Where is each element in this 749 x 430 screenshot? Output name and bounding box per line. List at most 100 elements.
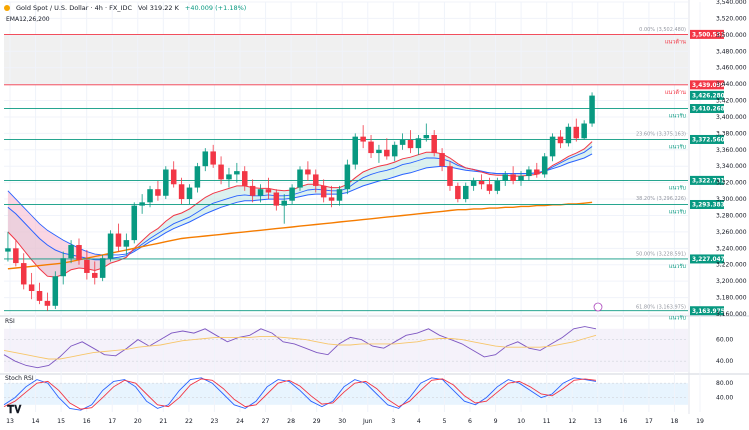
y-tick-label: 3,320.000 xyxy=(716,180,747,187)
x-tick-label: 23 xyxy=(211,418,219,425)
x-tick-label: 22 xyxy=(185,418,193,425)
candle-body xyxy=(289,187,295,201)
candle-body xyxy=(557,136,564,144)
candle-body xyxy=(5,248,11,252)
x-tick-label: 18 xyxy=(671,418,679,425)
candle-body xyxy=(178,184,185,200)
candle-body xyxy=(368,141,374,154)
candle-body xyxy=(581,123,587,139)
candle-body xyxy=(218,164,224,180)
candle-body xyxy=(534,169,540,175)
candle-body xyxy=(439,153,445,167)
candle-body xyxy=(447,166,453,186)
candle-body xyxy=(76,245,82,260)
price-change: +40.009 (+1.18%) xyxy=(184,4,247,12)
candle-body xyxy=(257,189,264,196)
x-tick-label: 15 xyxy=(57,418,65,425)
candle-body xyxy=(320,185,327,198)
candle-body xyxy=(265,189,272,193)
fib-label: 23.60% (3,375.163) xyxy=(636,131,686,137)
stoch-rsi-label: Stoch RSI xyxy=(5,375,34,382)
candle-body xyxy=(170,169,177,185)
level-price-text: 3,293.383 xyxy=(692,203,725,209)
x-tick-label: 16 xyxy=(83,418,91,425)
x-tick-label: 3 xyxy=(391,418,395,425)
x-tick-label: 10 xyxy=(517,418,525,425)
y-tick-label: 3,380.000 xyxy=(716,130,747,137)
level-label: แนวต้าน xyxy=(665,89,686,96)
y-tick-label: 3,420.000 xyxy=(716,98,747,105)
chart-header: Gold Spot / U.S. Dollar · 4h · FX_IDC Vol… xyxy=(4,4,252,12)
y-tick-label: 3,500.000 xyxy=(716,32,747,39)
x-tick-label: 21 xyxy=(159,418,167,425)
candle-body xyxy=(549,136,556,157)
x-tick-label: 16 xyxy=(619,418,627,425)
level-label: แนวรับ xyxy=(669,315,687,322)
candle-body xyxy=(84,259,90,273)
x-tick-label: 13 xyxy=(594,418,602,425)
x-tick-label: 30 xyxy=(338,418,346,425)
candle-body xyxy=(60,258,66,277)
candle-body xyxy=(328,197,335,201)
y-tick-label: 3,220.000 xyxy=(716,262,747,269)
candle-body xyxy=(155,189,161,196)
rsi-band xyxy=(4,328,688,372)
y-tick-label: 3,300.000 xyxy=(716,196,747,203)
candle-body xyxy=(510,174,516,181)
x-tick-label: 4 xyxy=(417,418,421,425)
candle-body xyxy=(273,192,280,206)
stoch-tick-label: 40.00 xyxy=(716,395,733,402)
candle-body xyxy=(344,164,351,190)
candle-body xyxy=(297,169,303,188)
rsi-tick-label: 60.00 xyxy=(716,337,733,344)
candle-body xyxy=(68,245,74,259)
candle-body xyxy=(589,95,595,124)
chart-root: 3,500.551 แนวต้าน 0.00% (3,502.480) 3,439.0… xyxy=(0,0,749,426)
y-tick-label: 3,460.000 xyxy=(716,65,747,72)
ema-legend: EMA12,26,200 xyxy=(6,16,50,23)
y-tick-label: 3,520.000 xyxy=(716,15,747,22)
x-tick-label: Jun xyxy=(362,418,373,425)
candle-body xyxy=(518,176,524,181)
candle-body xyxy=(163,169,169,196)
candle-body xyxy=(139,202,145,206)
x-tick-label: 17 xyxy=(108,418,116,425)
level-label: แนวรับ xyxy=(669,208,687,215)
y-tick-label: 3,540.000 xyxy=(716,0,747,6)
candle-body xyxy=(44,300,51,306)
candle-body xyxy=(313,174,319,186)
candle-body xyxy=(107,233,114,259)
candle-body xyxy=(13,248,19,264)
y-tick-label: 3,440.000 xyxy=(716,81,747,88)
fib-label: 50.00% (3,228.591) xyxy=(636,252,686,258)
candle-body xyxy=(384,149,390,157)
candle-body xyxy=(462,185,469,200)
candle-body xyxy=(210,151,216,165)
level-price-text: 3,372.560 xyxy=(692,138,725,144)
candle-body xyxy=(423,135,430,139)
level-label: แนวรับ xyxy=(669,184,687,191)
x-tick-label: 11 xyxy=(543,418,551,425)
fib-label: 0.00% (3,502.480) xyxy=(639,27,686,33)
candle-body xyxy=(486,184,493,191)
symbol-icon xyxy=(4,5,10,11)
tradingview-logo: 𝐓𝐕 xyxy=(7,403,22,416)
y-tick-label: 3,180.000 xyxy=(716,295,747,302)
candle-body xyxy=(186,187,193,200)
candle-body xyxy=(336,189,343,201)
candle-body xyxy=(415,138,422,149)
x-tick-label: 20 xyxy=(134,418,142,425)
candle-body xyxy=(249,185,256,196)
candle-body xyxy=(92,272,98,278)
chart-canvas[interactable]: 3,500.551แนวต้าน0.00% (3,502.480)3,439.0… xyxy=(0,0,749,426)
x-tick-label: 29 xyxy=(313,418,321,425)
candle-body xyxy=(455,185,461,200)
candle-body xyxy=(202,151,209,167)
x-tick-label: 5 xyxy=(442,418,446,425)
candle-body xyxy=(399,139,406,145)
fib-label: 38.20% (3,296.226) xyxy=(636,196,686,202)
candle-body xyxy=(147,189,153,203)
candle-body xyxy=(526,169,532,177)
candle-body xyxy=(28,284,35,292)
candle-body xyxy=(99,258,106,278)
